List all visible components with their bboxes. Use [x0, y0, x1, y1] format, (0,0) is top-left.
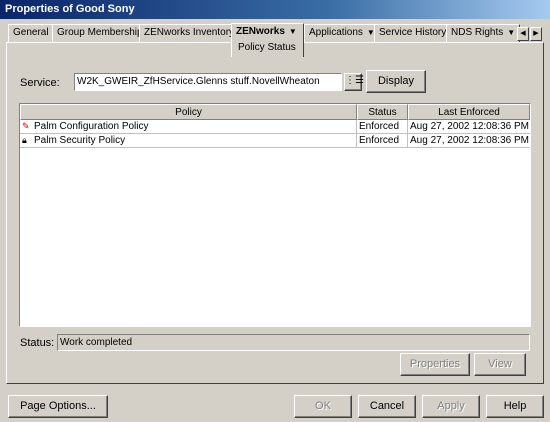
- properties-button-label: Properties: [409, 358, 461, 370]
- tab-general[interactable]: General: [8, 24, 54, 42]
- table-row[interactable]: ✎ Palm Configuration Policy Enforced Aug …: [20, 120, 530, 133]
- service-field[interactable]: W2K_GWEIR_ZfHService.Glenns stuff.Novell…: [74, 73, 342, 91]
- tab-applications[interactable]: Applications ▼: [304, 24, 380, 42]
- tab-label: Applications: [309, 27, 363, 38]
- display-button-label: Display: [377, 75, 415, 87]
- view-button-label: View: [488, 358, 512, 370]
- column-header-last-enforced[interactable]: Last Enforced: [408, 104, 530, 120]
- tab-label: Service History: [379, 27, 447, 38]
- column-header-policy[interactable]: Policy: [20, 104, 357, 120]
- tab-nds-rights[interactable]: NDS Rights ▼: [446, 24, 521, 42]
- apply-button[interactable]: Apply: [422, 395, 480, 418]
- help-button[interactable]: Help: [486, 395, 544, 418]
- tab-zenworks-inventory[interactable]: ZENworks Inventory: [139, 24, 240, 42]
- view-button[interactable]: View: [474, 353, 526, 376]
- cancel-button-label: Cancel: [369, 400, 405, 412]
- service-label: Service:: [20, 77, 60, 89]
- page-options-button[interactable]: Page Options...: [8, 395, 108, 418]
- tab-zenworks[interactable]: ZENworks ▼ Policy Status: [231, 23, 304, 57]
- column-header-status[interactable]: Status: [357, 104, 408, 120]
- apply-button-label: Apply: [437, 400, 465, 412]
- status-field: Work completed: [57, 334, 530, 351]
- display-button[interactable]: Display: [366, 70, 426, 93]
- tab-label: Group Membership: [57, 27, 143, 38]
- title-bar: Properties of Good Sony: [0, 0, 550, 19]
- last-enforced-cell: Aug 27, 2002 12:08:36 PM: [410, 121, 529, 132]
- policy-cell: 🔒︎ Palm Security Policy: [20, 134, 357, 147]
- tab-label: ZENworks Inventory: [144, 27, 235, 38]
- cancel-button[interactable]: Cancel: [358, 395, 416, 418]
- policy-table[interactable]: Policy Status Last Enforced ✎ Palm Config…: [19, 103, 531, 327]
- tab-scroll-left-icon[interactable]: ◀: [517, 27, 529, 41]
- tab-service-history[interactable]: Service History: [374, 24, 452, 42]
- tab-label: NDS Rights: [451, 27, 504, 38]
- policy-cell: ✎ Palm Configuration Policy: [20, 120, 357, 133]
- properties-button[interactable]: Properties: [400, 353, 470, 376]
- ok-button-label: OK: [315, 400, 331, 412]
- status-label: Status:: [20, 337, 55, 349]
- window-title: Properties of Good Sony: [5, 3, 135, 15]
- tab-label: ZENworks: [236, 26, 285, 37]
- last-enforced-cell: Aug 27, 2002 12:08:36 PM: [410, 135, 529, 146]
- tab-label: General: [13, 27, 49, 38]
- palm-config-icon: ✎: [22, 121, 30, 131]
- status-cell: Enforced: [357, 120, 408, 133]
- browse-icon[interactable]: ⋮☰: [344, 73, 364, 91]
- tab-scroll-right-icon[interactable]: ▶: [530, 27, 542, 41]
- dropdown-arrow-icon[interactable]: ▼: [289, 27, 297, 36]
- dropdown-arrow-icon[interactable]: ▼: [507, 28, 515, 37]
- help-button-label: Help: [503, 400, 527, 412]
- status-cell: Enforced: [357, 134, 408, 147]
- page-options-button-label: Page Options...: [20, 400, 96, 412]
- ok-button[interactable]: OK: [294, 395, 352, 418]
- tab-group-membership[interactable]: Group Membership: [52, 24, 148, 42]
- table-row[interactable]: 🔒︎ Palm Security Policy Enforced Aug 27, …: [20, 134, 530, 147]
- tab-subpage-label[interactable]: Policy Status: [238, 40, 296, 56]
- lock-icon: 🔒︎: [22, 135, 27, 145]
